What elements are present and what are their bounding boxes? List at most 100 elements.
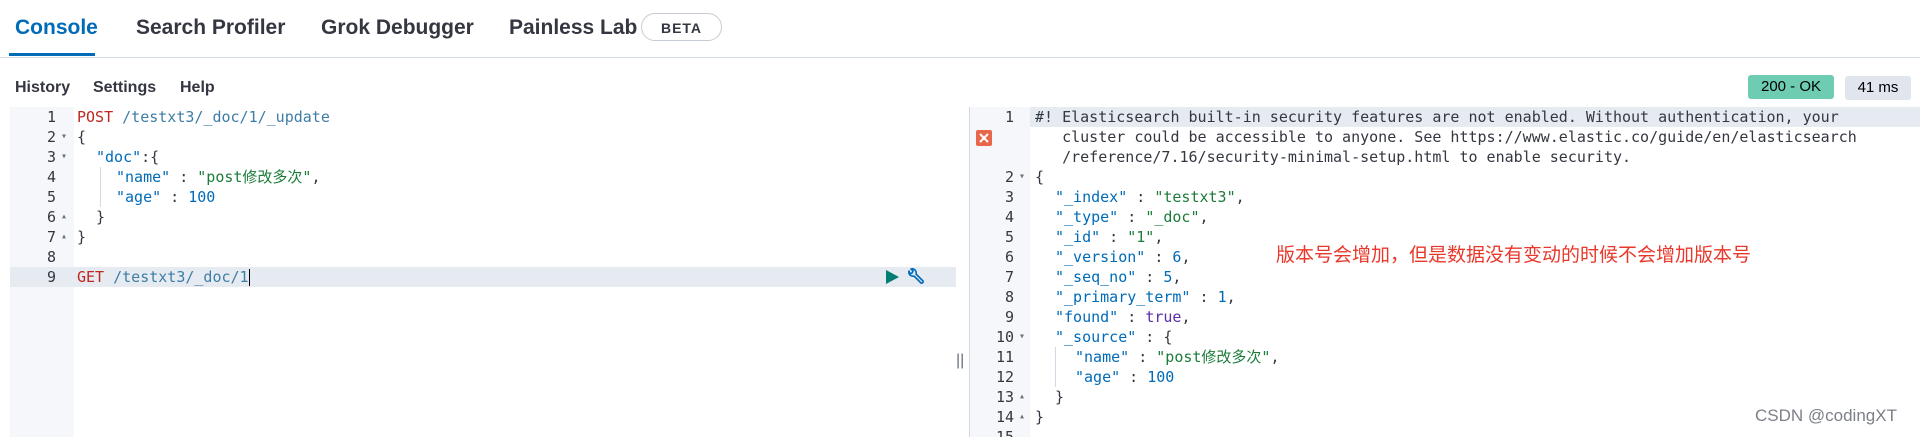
line-number: 4 xyxy=(46,168,56,186)
line-number: 10 xyxy=(995,328,1014,346)
code-line: "name" : "post修改多次", xyxy=(116,167,321,187)
code-line: "_source" : { xyxy=(1055,328,1173,346)
json-number: 100 xyxy=(188,188,216,206)
request-url: /testxt3/_doc/1 xyxy=(104,268,249,286)
request-editor[interactable]: 1 2 3 4 5 6 7 8 9 ▾ ▾ ▴ ▴ POST /testxt3/… xyxy=(0,107,956,437)
response-viewer: 1 2 3 4 5 6 7 8 9 10 11 12 13 14 15 ▾ ▾ … xyxy=(970,107,1920,437)
play-icon[interactable] xyxy=(884,269,900,285)
line-number: 4 xyxy=(1004,208,1014,226)
fold-open-icon[interactable]: ▾ xyxy=(61,127,67,147)
line-number: 3 xyxy=(1004,188,1014,206)
http-method: GET xyxy=(77,268,105,286)
fold-open-icon[interactable]: ▾ xyxy=(1019,327,1025,347)
code-line: POST /testxt3/_doc/1/_update xyxy=(77,107,330,127)
json-punct: :{ xyxy=(141,148,160,166)
json-key: "found" xyxy=(1055,308,1119,326)
code-line: "name" : "post修改多次", xyxy=(1075,348,1280,366)
line-number: 6 xyxy=(1004,248,1014,266)
json-boolean: true xyxy=(1145,308,1182,326)
security-warning-line: cluster could be accessible to anyone. S… xyxy=(1035,128,1857,146)
warning-icon xyxy=(976,130,992,146)
line-number: 1 xyxy=(1004,108,1014,126)
code-line: } xyxy=(1055,388,1065,406)
code-line: } xyxy=(96,208,106,226)
json-string: "1" xyxy=(1127,228,1155,246)
json-punct: : xyxy=(170,168,198,186)
fold-open-icon[interactable]: ▾ xyxy=(1019,167,1025,187)
fold-close-icon[interactable]: ▴ xyxy=(1019,407,1025,427)
line-number: 3 xyxy=(46,148,56,166)
code-line: "_type" : "_doc", xyxy=(1055,208,1209,226)
line-number: 13 xyxy=(995,388,1014,406)
request-url: /testxt3/_doc/1/_update xyxy=(113,108,330,126)
line-number: 5 xyxy=(46,188,56,206)
code-line: { xyxy=(1035,168,1045,186)
code-line: "found" : true, xyxy=(1055,308,1191,326)
line-number: 2 xyxy=(46,128,56,146)
json-punct: , xyxy=(311,168,321,186)
json-key: "age" xyxy=(1075,368,1121,386)
json-key: "_type" xyxy=(1055,208,1119,226)
json-punct: : xyxy=(161,188,189,206)
line-number: 12 xyxy=(995,368,1014,386)
json-key: "_index" xyxy=(1055,188,1128,206)
code-line: "_version" : 6, xyxy=(1055,248,1191,266)
fold-close-icon[interactable]: ▴ xyxy=(1019,387,1025,407)
code-line: "_primary_term" : 1, xyxy=(1055,288,1236,306)
indent-guide xyxy=(1055,347,1056,387)
code-line: } xyxy=(77,228,87,246)
fold-close-icon[interactable]: ▴ xyxy=(61,207,67,227)
json-number: 100 xyxy=(1147,368,1175,386)
json-key: "doc" xyxy=(96,148,142,166)
code-line: "doc":{ xyxy=(96,147,159,167)
json-key: "_version" xyxy=(1055,248,1146,266)
indent-guide xyxy=(100,167,101,207)
line-number: 14 xyxy=(995,408,1014,426)
wrench-icon[interactable] xyxy=(905,268,925,288)
json-string: "_doc" xyxy=(1145,208,1200,226)
security-warning-line: #! Elasticsearch built-in security featu… xyxy=(1035,108,1839,126)
text-cursor xyxy=(248,269,250,286)
fold-close-icon[interactable]: ▴ xyxy=(61,227,67,247)
json-key: "age" xyxy=(116,188,162,206)
annotation-note: 版本号会增加，但是数据没有变动的时候不会增加版本号 xyxy=(1276,244,1752,266)
line-number: 7 xyxy=(46,228,56,246)
history-menu[interactable]: History xyxy=(15,78,70,98)
code-line: GET /testxt3/_doc/1 xyxy=(77,267,250,287)
line-number: 8 xyxy=(1004,288,1014,306)
line-number: 9 xyxy=(1004,308,1014,326)
json-punct: { xyxy=(1163,328,1173,346)
active-tab-indicator xyxy=(9,53,95,56)
line-number: 8 xyxy=(46,248,56,266)
json-key: "_source" xyxy=(1055,328,1137,346)
json-key: "_primary_term" xyxy=(1055,288,1191,306)
settings-menu[interactable]: Settings xyxy=(93,78,156,98)
line-number: 15 xyxy=(995,428,1014,437)
help-menu[interactable]: Help xyxy=(180,78,215,98)
code-line: "age" : 100 xyxy=(1075,368,1175,386)
tab-search-profiler[interactable]: Search Profiler xyxy=(136,14,285,42)
fold-open-icon[interactable]: ▾ xyxy=(61,147,67,167)
code-line: } xyxy=(1035,408,1045,426)
json-string: "testxt3" xyxy=(1154,188,1236,206)
json-key: "name" xyxy=(116,168,171,186)
tab-grok-debugger[interactable]: Grok Debugger xyxy=(321,14,474,42)
line-number: 5 xyxy=(1004,228,1014,246)
json-key: "_seq_no" xyxy=(1055,268,1137,286)
code-line: "_seq_no" : 5, xyxy=(1055,268,1182,286)
line-number: 7 xyxy=(1004,268,1014,286)
beta-badge: BETA xyxy=(641,13,722,41)
code-line: "_index" : "testxt3", xyxy=(1055,188,1245,206)
json-number: 1 xyxy=(1217,288,1227,306)
json-key: "name" xyxy=(1075,348,1130,366)
security-warning-line: /reference/7.16/security-minimal-setup.h… xyxy=(1035,148,1632,166)
line-number: 11 xyxy=(995,348,1014,366)
watermark: CSDN @codingXT xyxy=(1755,406,1897,425)
response-time-badge: 41 ms xyxy=(1845,76,1911,100)
tab-console[interactable]: Console xyxy=(15,14,98,42)
code-line: "_id" : "1", xyxy=(1055,228,1164,246)
panel-resize-handle[interactable]: || xyxy=(956,352,964,370)
line-number: 2 xyxy=(1004,168,1014,186)
tab-painless-lab[interactable]: Painless Lab xyxy=(509,14,637,42)
json-string: "post修改多次" xyxy=(1156,348,1271,366)
